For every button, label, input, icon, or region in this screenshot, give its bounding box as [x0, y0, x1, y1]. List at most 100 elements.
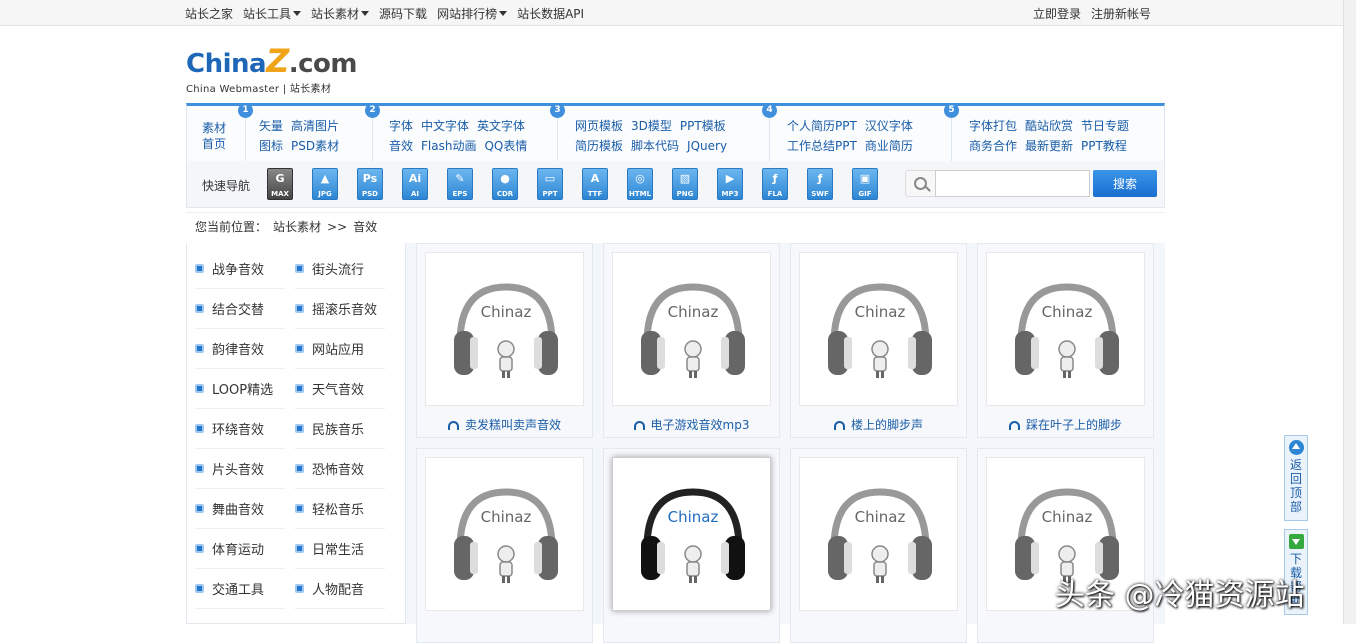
sidebar-category-item[interactable]: 天气音效 [295, 369, 385, 409]
category-link[interactable]: PPT模板 [680, 116, 726, 136]
breadcrumb-level1[interactable]: 站长素材 [273, 220, 321, 234]
category-link[interactable]: 字体 [389, 116, 413, 136]
sound-card[interactable]: Chinaz [790, 448, 967, 643]
sidebar-category-label: 网站应用 [312, 343, 365, 358]
category-link[interactable]: 酷站欣赏 [1025, 116, 1073, 136]
sound-card[interactable]: Chinaz 电子游戏音效mp3 [603, 243, 780, 438]
category-link[interactable]: 简历模板 [575, 136, 623, 156]
sound-card[interactable]: Chinaz 楼上的脚步声 [790, 243, 967, 438]
mp3-label: MP3 [721, 190, 739, 198]
category-link[interactable]: 脚本代码 [631, 136, 679, 156]
category-link[interactable]: 汉仪字体 [865, 116, 913, 136]
sound-thumbnail[interactable]: Chinaz [425, 252, 584, 406]
top-nav-label: 源码下载 [379, 7, 428, 21]
sidebar-category-item[interactable]: 民族音乐 [295, 409, 385, 449]
html-file-icon[interactable]: ◎ HTML [627, 168, 653, 200]
breadcrumb-level2[interactable]: 音效 [353, 220, 377, 234]
sound-card[interactable]: Chinaz [416, 448, 593, 643]
sidebar-category-item[interactable]: 韵律音效 [195, 329, 285, 369]
category-link[interactable]: 图标 [259, 136, 283, 156]
top-nav-item[interactable]: 站长工具 [243, 5, 302, 22]
top-nav-item[interactable]: 站长之家 [185, 5, 233, 22]
caret-down-icon [499, 11, 508, 16]
sidebar-category-item[interactable]: 环绕音效 [195, 409, 285, 449]
sidebar-category-item[interactable]: 结合交替 [195, 289, 285, 329]
category-link[interactable]: 商业简历 [865, 136, 913, 156]
sound-thumbnail[interactable]: Chinaz [799, 457, 958, 611]
mp3-file-icon[interactable]: ▶ MP3 [717, 168, 743, 200]
search-input[interactable] [935, 170, 1090, 197]
site-logo[interactable]: ChinaZ.com China Webmaster | 站长素材 [186, 45, 358, 95]
back-to-top-button[interactable]: 返回顶部 [1284, 435, 1308, 521]
category-link[interactable]: 网页模板 [575, 116, 623, 136]
category-link[interactable]: 音效 [389, 136, 413, 156]
category-link[interactable]: Flash动画 [421, 136, 476, 156]
category-link[interactable]: 英文字体 [477, 116, 525, 136]
register-link[interactable]: 注册新帐号 [1091, 5, 1151, 22]
bullet-icon [295, 464, 304, 473]
sidebar-category-item[interactable]: 轻松音乐 [295, 489, 385, 529]
category-link[interactable]: 节日专题 [1081, 116, 1129, 136]
login-link[interactable]: 立即登录 [1033, 5, 1081, 22]
material-home-link[interactable]: 素材首页 [199, 120, 229, 152]
top-nav-item[interactable]: 网站排行榜 [437, 5, 508, 22]
category-link[interactable]: 最新更新 [1025, 136, 1073, 156]
top-nav-item[interactable]: 站长素材 [311, 5, 370, 22]
category-link[interactable]: 3D模型 [631, 116, 672, 136]
vertical-scrollbar[interactable] [1343, 0, 1356, 624]
category-link[interactable]: PSD素材 [291, 136, 339, 156]
category-link[interactable]: 工作总结PPT [787, 136, 857, 156]
ai-file-icon[interactable]: Ai AI [402, 168, 428, 200]
category-link[interactable]: 字体打包 [969, 116, 1017, 136]
sidebar-category-item[interactable]: 战争音效 [195, 249, 285, 289]
sidebar-category-item[interactable]: 网站应用 [295, 329, 385, 369]
sidebar-category-item[interactable]: 日常生活 [295, 529, 385, 569]
category-link[interactable]: JQuery [687, 136, 727, 156]
swf-file-icon[interactable]: ƒ SWF [807, 168, 833, 200]
sidebar-category-item[interactable]: 体育运动 [195, 529, 285, 569]
sound-thumbnail[interactable]: Chinaz [799, 252, 958, 406]
sound-title: 电子游戏音效mp3 [650, 418, 750, 432]
sidebar-category-item[interactable]: 交通工具 [195, 569, 285, 609]
top-nav-item[interactable]: 源码下载 [379, 5, 427, 22]
sidebar-category-item[interactable]: 片头音效 [195, 449, 285, 489]
sound-card[interactable]: Chinaz [603, 448, 780, 643]
sidebar-category-item[interactable]: 街头流行 [295, 249, 385, 289]
max-label: MAX [271, 190, 289, 198]
category-nav: 素材首页 1 矢量 高清图片 图标 PSD素材 2 字体 中文字体 英文字体 音效 Flash动画 Q… [186, 103, 1165, 161]
cdr-file-icon[interactable]: ● CDR [492, 168, 518, 200]
png-file-icon[interactable]: ▧ PNG [672, 168, 698, 200]
sidebar-category-item[interactable]: 摇滚乐音效 [295, 289, 385, 329]
sound-thumbnail[interactable]: Chinaz [612, 252, 771, 406]
category-link[interactable]: 高清图片 [291, 116, 339, 136]
sound-card[interactable]: Chinaz 踩在叶子上的脚步 [977, 243, 1154, 438]
ttf-file-icon[interactable]: A TTF [582, 168, 608, 200]
sound-title-link[interactable]: 楼上的脚步声 [791, 416, 966, 433]
sound-title-link[interactable]: 踩在叶子上的脚步 [978, 416, 1153, 433]
sound-title-link[interactable]: 电子游戏音效mp3 [604, 416, 779, 433]
psd-file-icon[interactable]: Ps PSD [357, 168, 383, 200]
category-link[interactable]: 个人简历PPT [787, 116, 857, 136]
gif-file-icon[interactable]: ▣ GIF [852, 168, 878, 200]
category-link[interactable]: 矢量 [259, 116, 283, 136]
sidebar-category-item[interactable]: 恐怖音效 [295, 449, 385, 489]
category-link[interactable]: PPT教程 [1081, 136, 1127, 156]
max-file-icon[interactable]: G MAX [267, 168, 293, 200]
sound-card[interactable]: Chinaz 卖发糕叫卖声音效 [416, 243, 593, 438]
sidebar-category-item[interactable]: 人物配音 [295, 569, 385, 609]
category-link[interactable]: QQ表情 [484, 136, 527, 156]
sound-thumbnail[interactable]: Chinaz [425, 457, 584, 611]
sound-thumbnail[interactable]: Chinaz [986, 252, 1145, 406]
sidebar-category-item[interactable]: 舞曲音效 [195, 489, 285, 529]
category-link[interactable]: 中文字体 [421, 116, 469, 136]
ppt-file-icon[interactable]: ▭ PPT [537, 168, 563, 200]
eps-file-icon[interactable]: ✎ EPS [447, 168, 473, 200]
jpg-file-icon[interactable]: ▲ JPG [312, 168, 338, 200]
top-nav-item[interactable]: 站长数据API [517, 5, 584, 22]
sound-thumbnail[interactable]: Chinaz [612, 457, 771, 611]
category-link[interactable]: 商务合作 [969, 136, 1017, 156]
fla-file-icon[interactable]: ƒ FLA [762, 168, 788, 200]
sound-title-link[interactable]: 卖发糕叫卖声音效 [417, 416, 592, 433]
sidebar-category-item[interactable]: LOOP精选 [195, 369, 285, 409]
search-button[interactable]: 搜索 [1093, 170, 1157, 197]
